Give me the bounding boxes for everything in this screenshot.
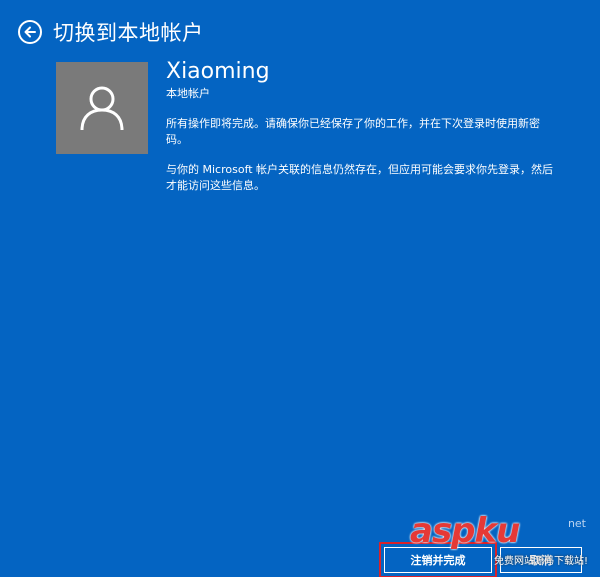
microsoft-account-message: 与你的 Microsoft 帐户关联的信息仍然存在，但应用可能会要求你先登录，然… xyxy=(166,163,554,192)
cancel-button[interactable]: 取消 xyxy=(500,547,582,573)
back-arrow-icon xyxy=(24,26,36,38)
account-type: 本地帐户 xyxy=(166,87,210,100)
avatar xyxy=(56,62,148,154)
completion-message: 所有操作即将完成。请确保你已经保存了你的工作，并在下次登录时使用新密码。 xyxy=(166,117,540,146)
account-info: Xiaoming 本地帐户 所有操作即将完成。请确保你已经保存了你的工作，并在下… xyxy=(166,58,566,194)
sign-out-finish-button[interactable]: 注销并完成 xyxy=(379,542,497,577)
user-name: Xiaoming xyxy=(166,59,270,84)
watermark-suffix: net xyxy=(567,517,586,530)
header: 切换到本地帐户 xyxy=(18,14,204,50)
button-row: 注销并完成 取消 xyxy=(379,542,582,577)
user-avatar-icon xyxy=(80,86,124,131)
watermark-logo: aspku xyxy=(410,511,520,551)
back-button[interactable] xyxy=(18,20,42,44)
page-title: 切换到本地帐户 xyxy=(53,21,204,45)
